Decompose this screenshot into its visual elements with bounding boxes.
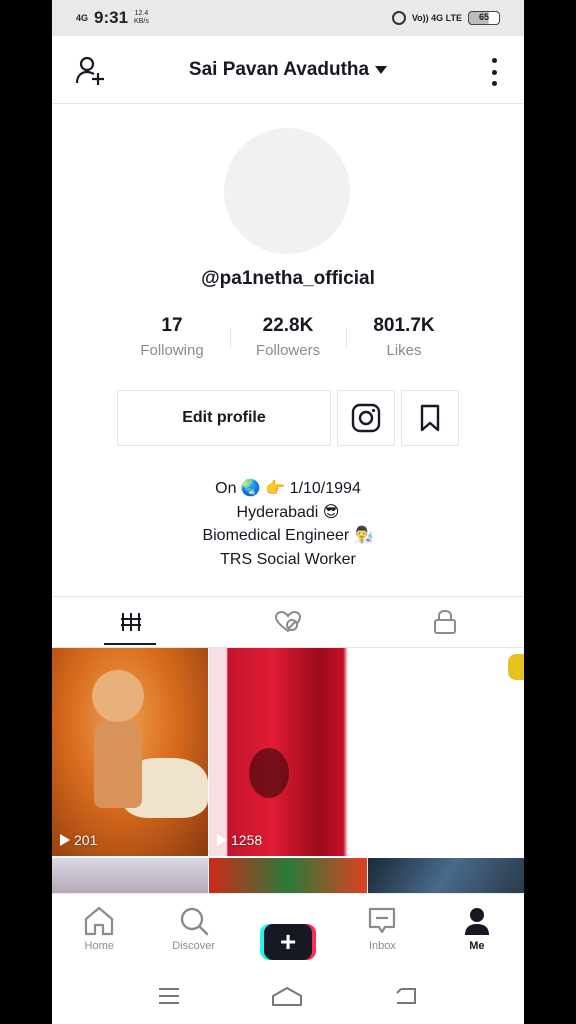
video-thumbnail[interactable]: 201 bbox=[52, 648, 208, 856]
system-nav-bar bbox=[52, 967, 524, 1024]
tab-private[interactable] bbox=[367, 597, 524, 647]
followers-count: 22.8K bbox=[262, 315, 314, 336]
username: @pa1netha_official bbox=[201, 268, 375, 289]
liked-hidden-icon bbox=[274, 610, 301, 633]
nav-home[interactable]: Home bbox=[52, 894, 146, 967]
more-vertical-icon[interactable] bbox=[490, 58, 498, 86]
view-count-value: 201 bbox=[74, 832, 98, 848]
bio-line: Hyderabadi 😎 bbox=[236, 503, 340, 521]
stat-followers[interactable]: 22.8K Followers bbox=[230, 312, 346, 359]
view-count: 201 bbox=[60, 832, 97, 848]
profile-icon bbox=[464, 908, 489, 935]
profile-actions: Edit profile bbox=[117, 390, 459, 446]
inbox-icon bbox=[369, 907, 396, 934]
stat-following[interactable]: 17 Following bbox=[114, 312, 230, 359]
home-icon bbox=[85, 906, 114, 936]
status-time: 9:31 bbox=[94, 8, 129, 27]
nav-inbox-label: Inbox bbox=[368, 940, 396, 952]
battery-icon: 65 bbox=[468, 11, 500, 25]
instagram-button[interactable] bbox=[337, 390, 395, 446]
tab-videos[interactable] bbox=[52, 597, 209, 647]
speed-value: 12.4 bbox=[134, 10, 149, 17]
bookmark-icon bbox=[420, 404, 440, 432]
volte-indicator: Vo)) 4G LTE bbox=[411, 13, 462, 23]
bio-line: Biomedical Engineer 👨‍🔬 bbox=[202, 527, 374, 544]
following-label: Following bbox=[140, 342, 204, 359]
bio-line: On 🌏 👉 1/10/1994 bbox=[215, 480, 361, 497]
profile-tabs bbox=[52, 596, 524, 648]
grid-icon bbox=[120, 613, 141, 631]
search-icon bbox=[180, 907, 208, 936]
nav-discover[interactable]: Discover bbox=[146, 894, 240, 967]
account-switcher[interactable]: Sai Pavan Avadutha bbox=[188, 58, 388, 81]
video-thumbnail[interactable] bbox=[368, 648, 524, 856]
stat-likes[interactable]: 801.7K Likes bbox=[346, 312, 462, 359]
video-thumbnail[interactable] bbox=[209, 858, 367, 893]
status-bar: 4G 9:31 12.4 KB/s Vo)) 4G LTE 65 bbox=[52, 0, 524, 36]
home-button-icon[interactable] bbox=[271, 985, 303, 1007]
instagram-icon bbox=[351, 403, 381, 433]
tiktok-profile-screen: 4G 9:31 12.4 KB/s Vo)) 4G LTE 65 Sai Pav… bbox=[52, 0, 524, 1024]
edit-profile-button[interactable]: Edit profile bbox=[117, 390, 331, 446]
following-count: 17 bbox=[161, 315, 183, 336]
nav-create[interactable]: + bbox=[241, 894, 335, 967]
chevron-down-icon bbox=[375, 65, 388, 74]
play-icon bbox=[60, 834, 70, 846]
bio-line: TRS Social Worker bbox=[220, 550, 356, 568]
menu-icon[interactable] bbox=[157, 986, 181, 1006]
network-speed: 12.4 KB/s bbox=[134, 10, 149, 26]
video-thumbnail[interactable] bbox=[368, 858, 524, 893]
thumbnail-art bbox=[94, 718, 142, 808]
alarm-icon bbox=[391, 11, 406, 25]
video-thumbnail[interactable]: 1258 bbox=[209, 648, 367, 856]
tab-liked[interactable] bbox=[209, 597, 366, 647]
profile-stats: 17 Following 22.8K Followers 801.7K Like… bbox=[114, 312, 462, 359]
likes-label: Likes bbox=[386, 342, 422, 359]
followers-label: Followers bbox=[255, 342, 321, 359]
view-count-value: 1258 bbox=[231, 832, 263, 848]
nav-inbox[interactable]: Inbox bbox=[335, 894, 429, 967]
thumbnail-art bbox=[249, 748, 289, 798]
plus-icon: + bbox=[264, 924, 313, 960]
create-button[interactable]: + bbox=[260, 924, 317, 960]
avatar[interactable] bbox=[224, 128, 350, 254]
network-type: 4G bbox=[76, 12, 89, 23]
bottom-nav: Home Discover + Inbox Me bbox=[52, 893, 524, 967]
profile-header: Sai Pavan Avadutha bbox=[52, 36, 524, 104]
nav-home-label: Home bbox=[84, 940, 114, 952]
likes-count: 801.7K bbox=[373, 315, 435, 336]
play-icon bbox=[217, 834, 227, 846]
lock-icon bbox=[434, 609, 457, 634]
nav-me-label: Me bbox=[469, 940, 485, 952]
back-icon[interactable] bbox=[393, 985, 419, 1007]
view-count: 1258 bbox=[217, 832, 262, 848]
speed-unit: KB/s bbox=[134, 18, 149, 25]
page-title: Sai Pavan Avadutha bbox=[188, 58, 370, 80]
thumbnail-art bbox=[92, 670, 144, 722]
add-user-icon[interactable] bbox=[74, 54, 108, 88]
nav-discover-label: Discover bbox=[172, 940, 215, 952]
video-grid: 201 1258 bbox=[52, 648, 524, 893]
thumbnail-art bbox=[508, 654, 524, 680]
nav-me[interactable]: Me bbox=[430, 894, 524, 967]
bio: On 🌏 👉 1/10/1994 Hyderabadi 😎 Biomedical… bbox=[52, 477, 524, 571]
favorites-button[interactable] bbox=[401, 390, 459, 446]
video-thumbnail[interactable] bbox=[52, 858, 208, 893]
